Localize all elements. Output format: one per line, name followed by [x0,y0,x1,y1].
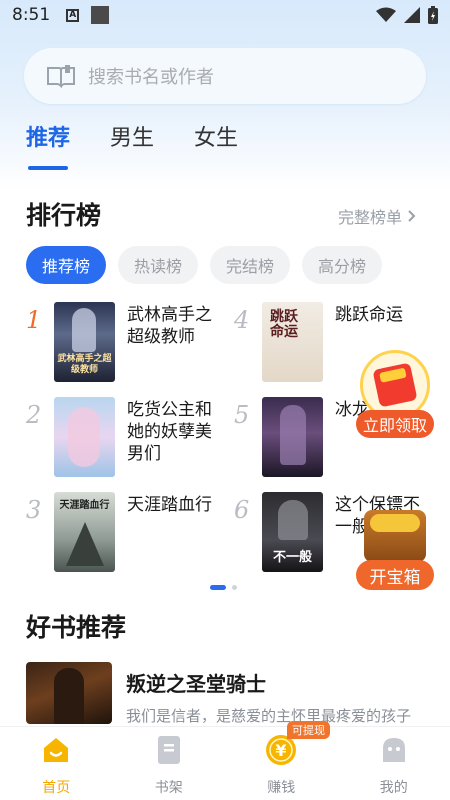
claim-now-label: 立即领取 [356,410,434,438]
profile-icon [378,735,410,765]
yuan-coin-icon: ¥ [265,735,297,765]
bookshelf-icon [153,735,185,765]
book-cover [262,397,323,477]
carousel-indicator [210,585,237,590]
status-bar: 8:51 A [0,0,450,30]
ranking-title: 排行榜 [26,201,102,230]
full-ranking-link[interactable]: 完整榜单 [338,204,416,228]
search-placeholder: 搜索书名或作者 [88,67,214,88]
rank-number: 5 [234,401,250,429]
carousel-dot-active [210,585,226,590]
book-title: 叛逆之圣堂骑士 [126,672,266,696]
book-title: 吃货公主和她的妖孽美男们 [127,400,212,464]
rank-number: 1 [26,306,42,334]
chip-hot-ranking[interactable]: 热读榜 [118,246,199,284]
rank-number: 3 [26,496,42,524]
open-treasure-label: 开宝箱 [356,560,434,590]
status-time: 8:51 [12,5,51,25]
book-cover [26,662,112,724]
full-ranking-label: 完整榜单 [337,208,402,227]
book-cover: 武林高手之超级教师 [54,302,115,382]
search-bar[interactable]: 搜索书名或作者 [24,48,426,104]
rank-item[interactable]: 2 吃货公主和她的妖孽美男们 [26,397,227,477]
chip-high-score-ranking[interactable]: 高分榜 [302,246,383,284]
chevron-right-icon [408,210,416,222]
nav-bookshelf[interactable]: 书架 [113,727,226,800]
tab-female[interactable]: 女生 [194,120,238,160]
home-icon [40,735,72,765]
book-title: 天涯踏血行 [127,495,212,515]
rank-number: 4 [234,306,250,334]
wifi-icon [376,7,396,22]
book-cover: 天涯踏血行 [54,492,115,572]
book-cover: 不一般 [262,492,323,572]
book-description: 我们是信者，是慈爱的主怀里最疼爱的孩子 [126,707,412,724]
nav-home-label: 首页 [42,780,71,796]
svg-text:¥: ¥ [276,741,287,760]
treasure-float-button[interactable]: 开宝箱 [356,508,434,590]
cover-title: 不一般 [272,550,312,565]
cover-title: 天涯踏血行 [59,500,110,511]
cover-title: 武林高手之超级教师 [57,354,112,375]
rank-item[interactable]: 1 武林高手之超级教师 武林高手之超级教师 [26,302,227,382]
nav-earn[interactable]: 可提现 ¥ 赚钱 [225,721,338,800]
cover-title: 跳跃命运 [270,309,298,340]
notification-a-icon: A [66,8,80,22]
book-cover: 跳跃命运 [262,302,323,382]
rank-item[interactable]: 3 天涯踏血行 天涯踏血行 [26,492,227,572]
book-search-icon [47,65,75,88]
chip-finished-ranking[interactable]: 完结榜 [210,246,291,284]
treasure-chest-icon [364,510,426,562]
signal-icon [404,7,420,23]
tab-male[interactable]: 男生 [110,120,154,160]
withdrawable-badge: 可提现 [287,721,330,739]
red-packet-float-button[interactable]: 立即领取 [356,350,434,438]
rank-number: 2 [26,401,42,429]
good-book-item[interactable]: 叛逆之圣堂骑士 我们是信者，是慈爱的主怀里最疼爱的孩子 [26,662,426,724]
rank-number: 6 [234,496,250,524]
tab-recommend[interactable]: 推荐 [26,120,70,170]
category-tabs: 推荐 男生 女生 [26,120,238,170]
book-title: 武林高手之超级教师 [127,305,212,347]
good-books-title: 好书推荐 [26,613,127,642]
carousel-dot [232,585,237,590]
battery-icon [428,6,438,24]
ranking-chips: 推荐榜 热读榜 完结榜 高分榜 [26,246,383,284]
nav-profile-label: 我的 [379,780,408,796]
notification-square-icon [91,6,110,24]
nav-bookshelf-label: 书架 [154,780,183,796]
nav-earn-label: 赚钱 [267,780,296,796]
book-cover [54,397,115,477]
bottom-navigation: 首页 书架 可提现 ¥ 赚钱 我的 [0,721,450,800]
red-envelope-icon [372,362,418,408]
good-book-text: 叛逆之圣堂骑士 我们是信者，是慈爱的主怀里最疼爱的孩子 [126,662,426,724]
nav-home[interactable]: 首页 [0,727,113,800]
nav-profile[interactable]: 我的 [338,727,450,800]
chip-recommend-ranking[interactable]: 推荐榜 [26,246,107,284]
